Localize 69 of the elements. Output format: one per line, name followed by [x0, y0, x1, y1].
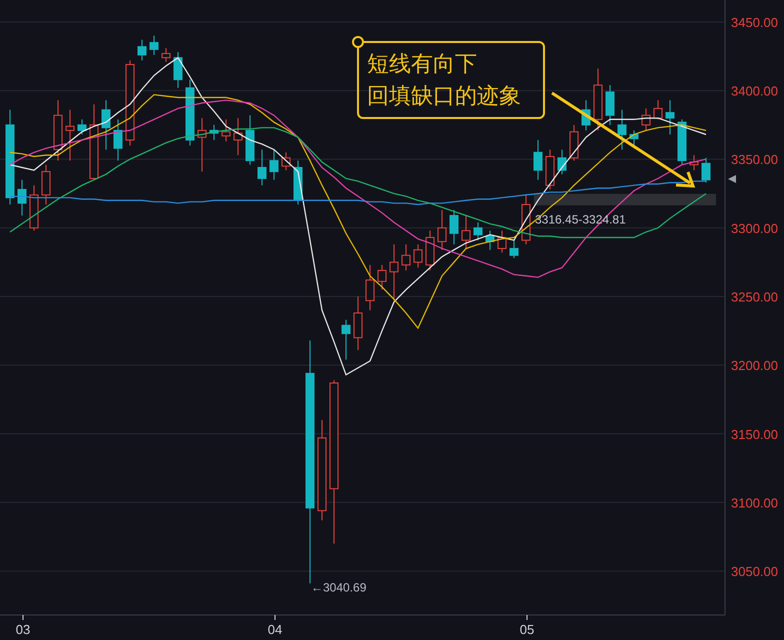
- y-axis-tick-label: 3300.00: [731, 220, 778, 236]
- candle: [270, 149, 278, 180]
- y-axis-tick-label: 3250.00: [731, 290, 778, 305]
- candle: [18, 179, 26, 216]
- candle: [582, 100, 590, 131]
- candle: [702, 157, 710, 184]
- x-axis-tick-label: 05: [520, 622, 534, 637]
- candle: [642, 108, 650, 131]
- candle: [618, 109, 626, 150]
- candle: [66, 109, 74, 162]
- candle: [174, 52, 182, 88]
- candle: [366, 264, 374, 311]
- candle: [498, 230, 506, 254]
- y-axis-tick-label: 3150.00: [731, 426, 778, 442]
- y-axis-tick-label: 3050.00: [731, 564, 778, 580]
- candle: [414, 244, 422, 268]
- candle: [594, 68, 602, 131]
- candle: [534, 140, 542, 180]
- candle: [102, 100, 110, 150]
- candle: [522, 194, 530, 245]
- candle: [402, 244, 410, 271]
- candle: [210, 124, 218, 141]
- y-axis-tick-label: 3100.00: [731, 495, 778, 510]
- candle: [390, 244, 398, 302]
- candle: [450, 210, 458, 245]
- y-axis-tick-label: 3450.00: [731, 14, 778, 30]
- candle: [570, 124, 578, 162]
- candle: [510, 240, 518, 259]
- candle: [150, 35, 158, 56]
- candle: [474, 222, 482, 241]
- candle: [114, 118, 122, 162]
- y-axis-tick-label: 3350.00: [731, 152, 778, 168]
- candle: [282, 152, 290, 171]
- candle: [78, 118, 86, 136]
- candle: [558, 149, 566, 175]
- candle: [654, 100, 662, 120]
- y-axis-tick-label: 3200.00: [731, 358, 778, 374]
- candle: [234, 118, 242, 156]
- candle: [222, 118, 230, 142]
- y-axis-tick-label: 3400.00: [731, 84, 778, 99]
- candle: [42, 164, 50, 206]
- candle: [198, 118, 206, 172]
- x-axis-tick-label: 04: [268, 622, 282, 637]
- candle: [546, 149, 554, 190]
- candle: [354, 296, 362, 351]
- candle: [462, 215, 470, 249]
- candle: [606, 84, 614, 126]
- candle: [678, 118, 686, 166]
- candle: [138, 39, 146, 61]
- price-marker-icon: [728, 175, 736, 183]
- x-axis-tick-label: 03: [16, 622, 30, 637]
- candle: [690, 154, 698, 171]
- low-price-label: ←3040.69: [311, 580, 366, 594]
- candle: [30, 184, 38, 232]
- candle: [438, 210, 446, 250]
- annotation-text: 回填缺口的迹象: [367, 83, 521, 108]
- candle: [630, 130, 638, 146]
- candle: [258, 149, 266, 186]
- annotation-text: 短线有向下: [367, 51, 477, 76]
- candle: [486, 230, 494, 250]
- candle: [378, 264, 386, 290]
- candle: [246, 114, 254, 166]
- candle: [342, 319, 350, 360]
- anchor-circle-icon: [352, 36, 364, 48]
- candle: [162, 48, 170, 62]
- candle: [54, 100, 62, 162]
- candle: [666, 100, 674, 136]
- candle: [426, 230, 434, 271]
- candle: [186, 79, 194, 146]
